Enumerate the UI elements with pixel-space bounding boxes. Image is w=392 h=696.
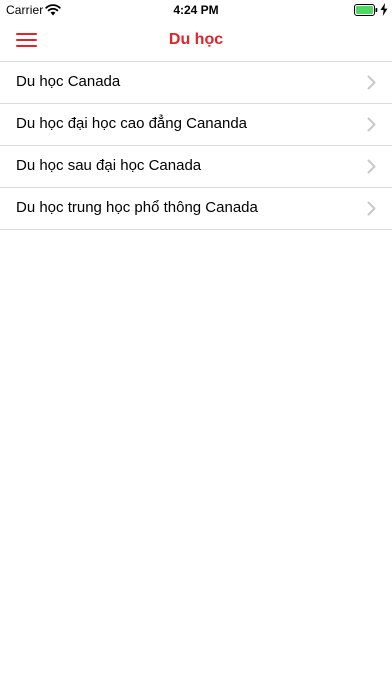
chevron-right-icon — [367, 75, 376, 90]
status-bar: Carrier 4:24 PM — [0, 0, 392, 20]
list-item-trung-hoc-pho-thong[interactable]: Du học trung học phổ thông Canada — [0, 188, 392, 230]
topic-list: Du học Canada Du học đại học cao đẳng Ca… — [0, 61, 392, 230]
list-item-label: Du học sau đại học Canada — [16, 157, 202, 174]
charging-icon — [380, 3, 388, 16]
list-item-dai-hoc-cao-dang[interactable]: Du học đại học cao đẳng Cananda — [0, 104, 392, 146]
chevron-right-icon — [367, 117, 376, 132]
status-time: 4:24 PM — [173, 3, 219, 17]
list-item-du-hoc-canada[interactable]: Du học Canada — [0, 62, 392, 104]
chevron-right-icon — [367, 159, 376, 174]
navigation-bar: Du học — [0, 20, 392, 60]
list-item-label: Du học đại học cao đẳng Cananda — [16, 115, 248, 132]
page-title: Du học — [168, 31, 224, 48]
chevron-right-icon — [367, 201, 376, 216]
list-item-sau-dai-hoc[interactable]: Du học sau đại học Canada — [0, 146, 392, 188]
battery-icon — [354, 4, 378, 16]
list-item-label: Du học trung học phổ thông Canada — [16, 199, 258, 216]
list-item-label: Du học Canada — [16, 73, 121, 90]
